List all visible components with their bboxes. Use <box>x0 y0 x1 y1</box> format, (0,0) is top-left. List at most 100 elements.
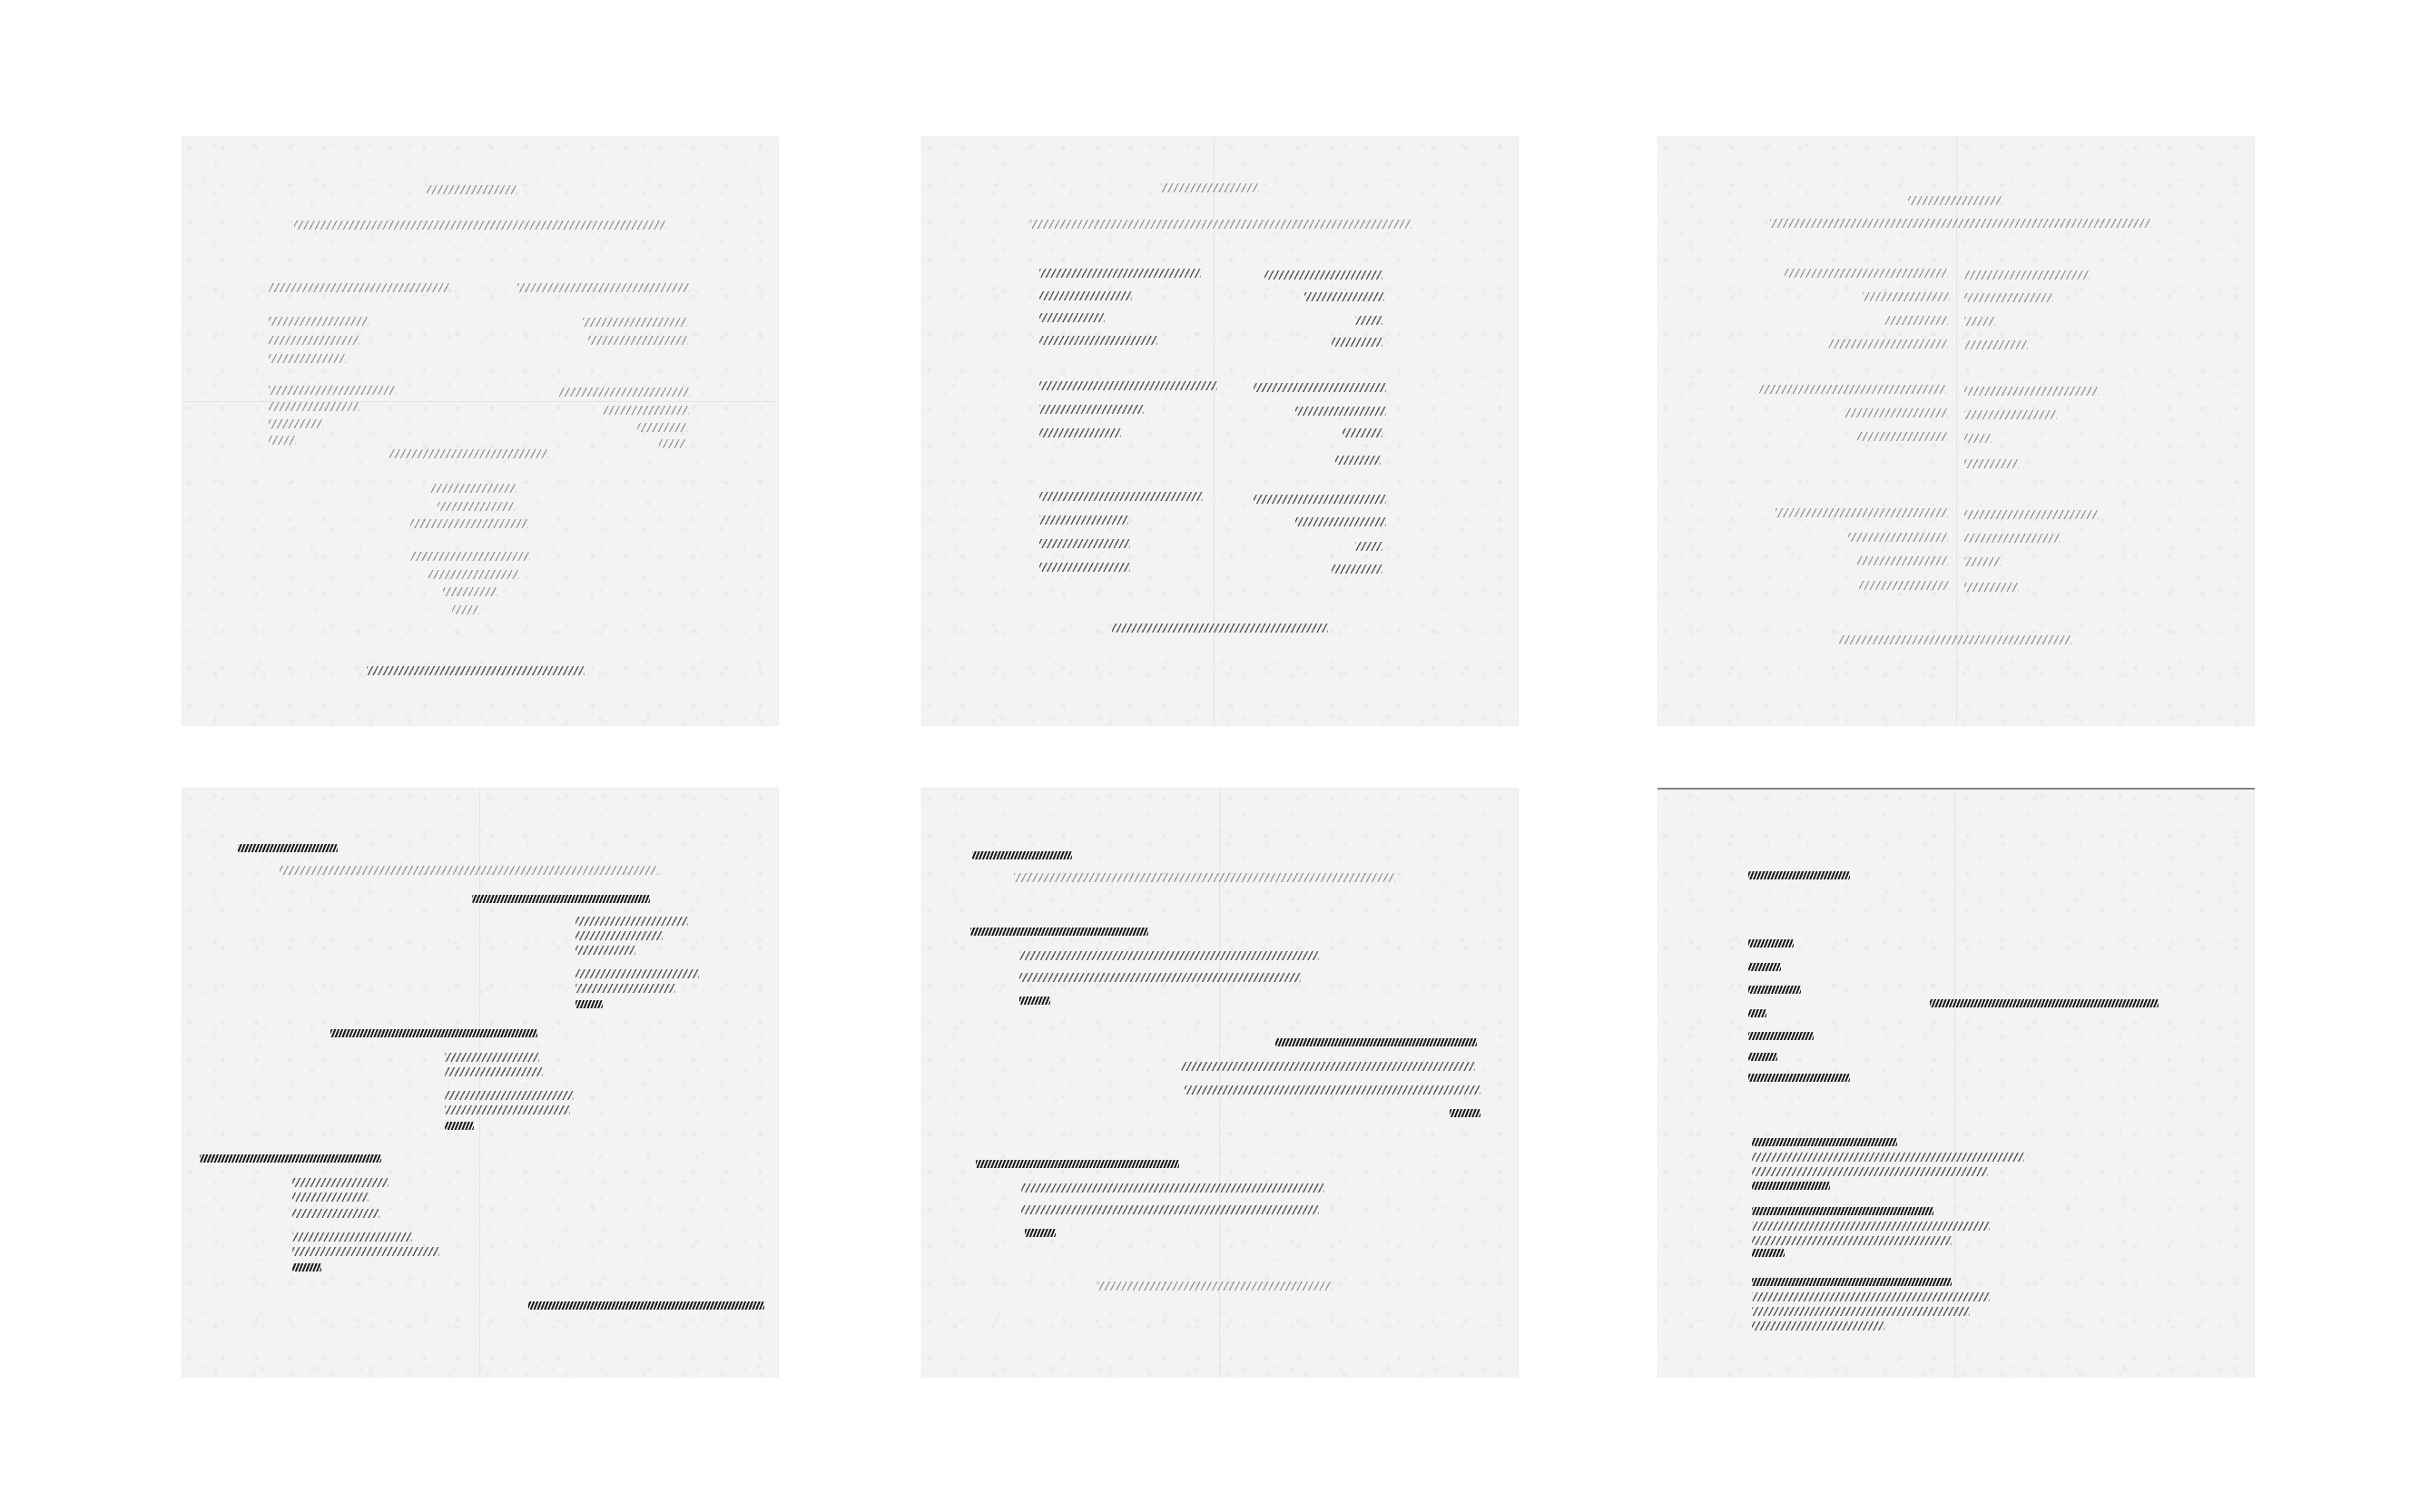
scribble-heading <box>330 1029 537 1037</box>
scribble-heading <box>238 844 338 852</box>
scribble-line <box>1097 1281 1332 1291</box>
scribble-line <box>1752 1153 2024 1162</box>
scribble-line <box>1752 1307 1970 1316</box>
scribble-line <box>575 917 688 926</box>
scribble-line <box>410 552 530 561</box>
scribble-line <box>1752 1292 1990 1301</box>
scribble-line <box>445 1105 570 1114</box>
scribble-line <box>1039 428 1121 437</box>
scribble-line <box>428 570 519 579</box>
scribble-price <box>292 1263 321 1271</box>
scribble-line <box>588 336 688 345</box>
scribble-line <box>1039 336 1157 345</box>
scribble-line <box>1748 963 1781 971</box>
scribble-line <box>445 1053 539 1062</box>
scribble-line <box>575 946 635 955</box>
scribble-line <box>1039 405 1144 414</box>
scribble-line <box>575 931 663 940</box>
scribble-line <box>443 587 497 596</box>
scribble-line <box>269 317 369 326</box>
scribble-line <box>1964 317 1995 326</box>
scribble-price <box>445 1122 474 1130</box>
scribble-line <box>1039 381 1217 390</box>
scribble-line <box>1752 1236 1952 1245</box>
scribble-price <box>1019 997 1050 1005</box>
scribble-line <box>1828 339 1948 349</box>
scribble-line <box>1304 292 1384 301</box>
scribble-line <box>1964 434 1992 443</box>
scribble-heading <box>528 1301 764 1310</box>
scribble-line <box>292 1193 369 1202</box>
scribble-line <box>1355 316 1382 325</box>
scribble-line <box>1752 1222 1990 1231</box>
scribble-heading <box>1275 1038 1477 1046</box>
scribble-line <box>1014 873 1395 882</box>
scribble-line <box>280 866 657 875</box>
scribble-line <box>637 423 687 432</box>
paper-sheet-4 <box>182 788 779 1378</box>
scribble-line <box>1039 313 1105 322</box>
scribble-line <box>269 436 296 445</box>
scribble-line <box>1254 495 1386 504</box>
scribble-line <box>1039 269 1201 278</box>
scribble-line <box>1964 557 2001 566</box>
scribble-line <box>1030 220 1412 229</box>
scribble-line <box>1857 432 1948 441</box>
scribble-line <box>1335 456 1381 465</box>
scribble-line <box>1964 510 2099 519</box>
scribble-heading <box>976 1160 1179 1168</box>
scribble-title <box>427 185 517 194</box>
scribble-line <box>1039 492 1203 501</box>
scribble-heading <box>1930 999 2159 1007</box>
scribble-heading <box>972 851 1072 859</box>
scribble-line <box>1964 583 2019 592</box>
scribble-line <box>1185 1085 1481 1095</box>
scribble-line <box>575 984 675 993</box>
scribble-line <box>1021 1205 1319 1214</box>
scribble-line <box>445 1091 574 1100</box>
scribble-heading <box>200 1154 381 1163</box>
scribble-line <box>1752 1278 1952 1286</box>
scribble-line <box>1752 1207 1933 1215</box>
scribble-line <box>269 402 359 411</box>
scribble-line <box>575 969 699 978</box>
scribble-line <box>1752 1167 1988 1176</box>
paper-sheet-3 <box>1658 136 2255 726</box>
scribble-line <box>1845 408 1948 417</box>
scribble-line <box>1863 292 1950 301</box>
scribble-price <box>1450 1109 1481 1117</box>
scribble-line <box>1039 539 1130 548</box>
scribble-line <box>269 354 346 363</box>
paper-sheet-1 <box>182 136 779 726</box>
paper-sheet-6 <box>1658 788 2255 1378</box>
scribble-line <box>269 283 450 292</box>
scribble-line <box>292 1247 439 1256</box>
scribble-line <box>1343 428 1382 437</box>
scribble-line <box>269 419 323 428</box>
scribble-line <box>1254 383 1386 392</box>
scribble-line <box>1021 1183 1324 1193</box>
scribble-line <box>1748 1009 1766 1017</box>
scribble-line <box>1039 515 1128 525</box>
scribble-line <box>410 519 528 528</box>
scribble-title <box>1908 196 2002 205</box>
scribble-line <box>1964 270 2090 280</box>
scribble-line <box>1776 508 1948 517</box>
scribble-line <box>558 388 690 397</box>
scribble-heading <box>970 928 1148 936</box>
scribble-line <box>1964 410 2057 419</box>
scribble-line <box>583 318 687 327</box>
scribble-line <box>1264 270 1382 280</box>
scribble-line <box>517 283 690 292</box>
scribble-line <box>1748 939 1794 947</box>
scribble-line <box>603 406 689 415</box>
scribble-line <box>1019 973 1301 982</box>
scribble-price <box>575 1000 603 1008</box>
scribble-line <box>1964 459 2019 468</box>
scribble-line <box>1112 623 1328 633</box>
fold-line-vertical <box>479 788 480 1378</box>
scribble-line <box>1355 542 1382 551</box>
scribble-line <box>1884 316 1948 325</box>
scribble-price <box>1025 1229 1056 1237</box>
scribble-line <box>292 1232 412 1242</box>
